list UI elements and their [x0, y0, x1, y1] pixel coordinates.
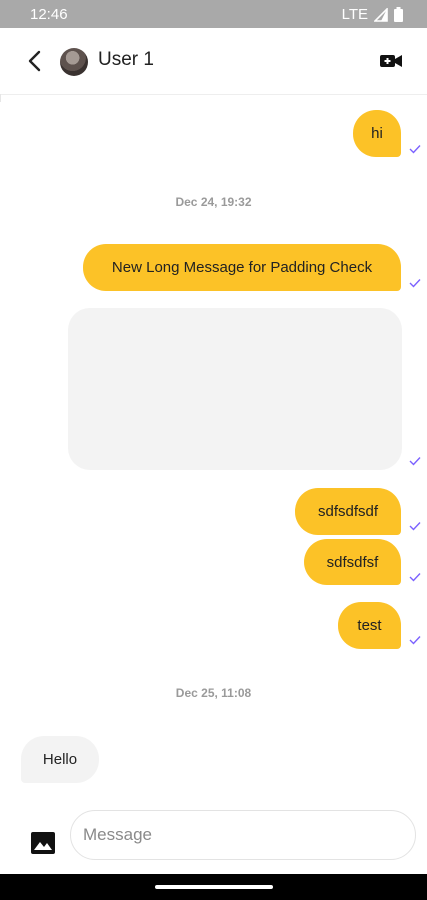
- message-bubble-outgoing[interactable]: hi: [353, 110, 401, 157]
- message-text: sdfsdfsf: [326, 553, 379, 571]
- image-icon: [30, 832, 56, 860]
- sent-check-icon: [409, 278, 421, 288]
- status-bar: 12:46 LTE: [0, 0, 427, 28]
- message-text: hi: [371, 125, 383, 142]
- message-bubble-outgoing[interactable]: test: [338, 602, 401, 649]
- status-time: 12:46: [30, 6, 68, 23]
- signal-icon: [374, 7, 388, 22]
- navigation-bar: [0, 874, 427, 900]
- chat-header: User 1: [0, 28, 427, 95]
- avatar[interactable]: [60, 48, 88, 76]
- back-button[interactable]: [22, 48, 48, 74]
- image-message[interactable]: [68, 308, 402, 470]
- battery-icon: [394, 7, 403, 22]
- sent-check-icon: [409, 456, 421, 466]
- video-camera-plus-icon: [379, 55, 405, 76]
- message-bubble-outgoing[interactable]: sdfsdfsdf: [295, 488, 401, 535]
- date-divider: Dec 25, 11:08: [175, 686, 252, 700]
- status-indicators: LTE: [342, 6, 403, 23]
- chevron-left-icon: [22, 50, 48, 78]
- home-indicator[interactable]: [155, 885, 273, 889]
- sent-check-icon: [409, 635, 421, 645]
- message-text: sdfsdfsdf: [317, 503, 379, 520]
- message-input[interactable]: [70, 810, 416, 860]
- date-divider: Dec 24, 19:32: [175, 195, 252, 209]
- attach-image-button[interactable]: [30, 830, 56, 856]
- message-text: Hello: [42, 751, 78, 768]
- chat-screen: 12:46 LTE User 1 hi Dec 24, 19:32 New Lo…: [0, 0, 427, 900]
- message-bubble-outgoing[interactable]: sdfsdfsf: [304, 539, 401, 585]
- sent-check-icon: [409, 144, 421, 154]
- divider: [0, 94, 1, 102]
- contact-name: User 1: [98, 49, 154, 70]
- message-text: New Long Message for Padding Check: [111, 259, 373, 276]
- sent-check-icon: [409, 572, 421, 582]
- sent-check-icon: [409, 521, 421, 531]
- video-call-button[interactable]: [379, 50, 405, 72]
- message-bubble-outgoing[interactable]: New Long Message for Padding Check: [83, 244, 401, 291]
- message-text: test: [357, 617, 382, 634]
- message-bubble-incoming[interactable]: Hello: [21, 736, 99, 783]
- network-label: LTE: [341, 6, 368, 23]
